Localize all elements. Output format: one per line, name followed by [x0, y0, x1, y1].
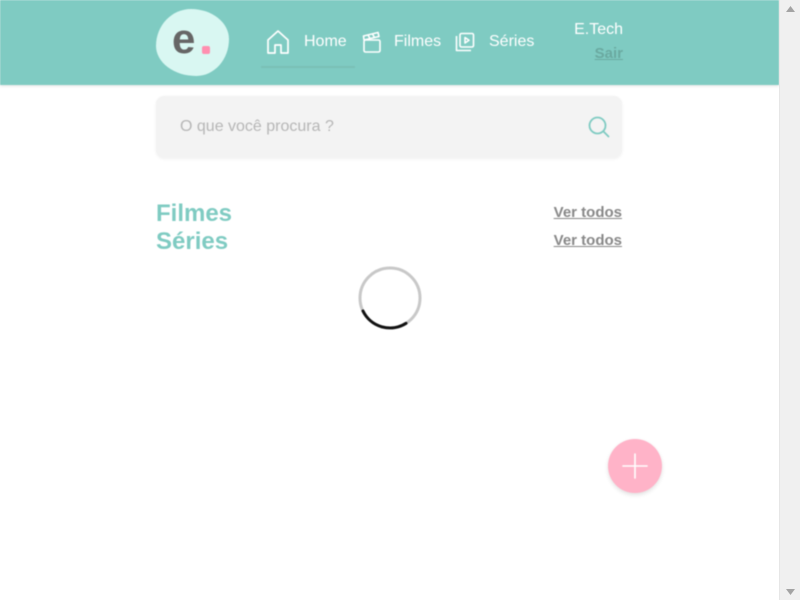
add-button[interactable] — [608, 439, 662, 493]
scroll-up-arrow-icon[interactable] — [780, 0, 800, 17]
logo[interactable]: e — [156, 9, 229, 76]
nav-home-label: Home — [304, 33, 347, 50]
logout-link[interactable]: Sair — [595, 45, 623, 62]
search-input[interactable] — [156, 96, 580, 158]
vertical-scrollbar[interactable] — [779, 0, 800, 600]
section-title-series: Séries — [156, 228, 229, 255]
logo-letter: e — [172, 15, 196, 62]
user-name: E.Tech — [574, 21, 623, 38]
nav-filmes-label: Filmes — [394, 33, 442, 50]
home-icon — [266, 29, 290, 55]
see-all-series-link[interactable]: Ver todos — [554, 232, 622, 249]
nav-series-label: Séries — [489, 33, 535, 50]
logo-dot — [202, 46, 210, 54]
scroll-down-arrow-icon[interactable] — [780, 583, 800, 600]
section-title-filmes: Filmes — [156, 200, 233, 227]
nav-active-indicator — [261, 66, 355, 68]
search-bar — [156, 96, 622, 158]
see-all-filmes-link[interactable]: Ver todos — [554, 204, 622, 221]
play-stack-icon — [455, 32, 475, 52]
clapperboard-icon — [362, 31, 382, 53]
top-header: e Home Filmes Séries E.Tech Sair — [0, 0, 779, 85]
nav-item-home[interactable]: Home — [266, 27, 347, 57]
loading-spinner — [358, 266, 422, 330]
nav-item-filmes[interactable]: Filmes — [362, 27, 441, 57]
nav-item-series[interactable]: Séries — [455, 27, 534, 57]
page: e Home Filmes Séries E.Tech Sair O que v… — [0, 0, 779, 600]
search-icon[interactable] — [588, 116, 610, 138]
